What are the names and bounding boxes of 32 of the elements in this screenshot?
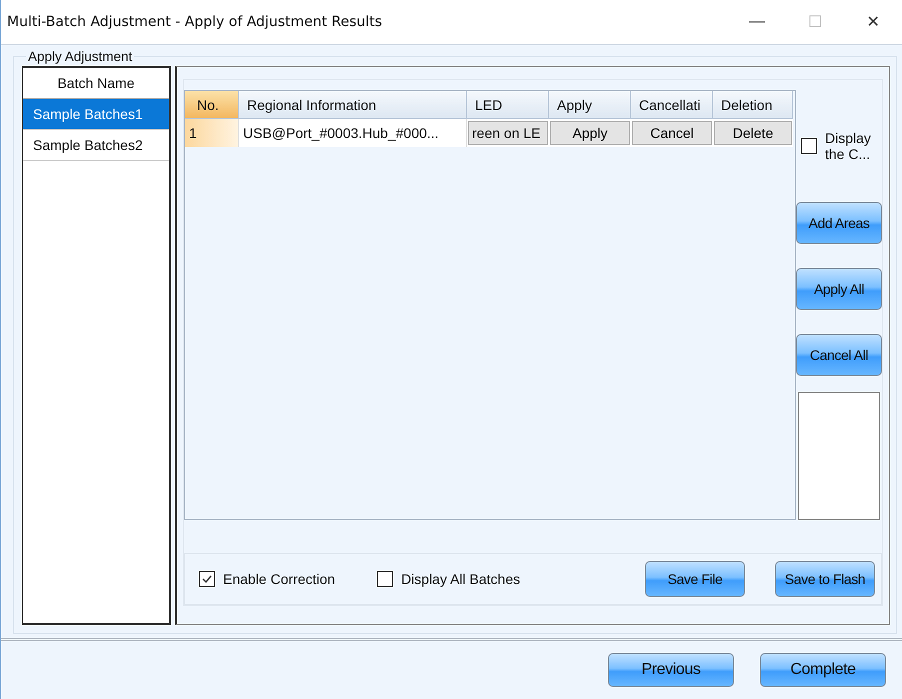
led-cell: reen on LE — [468, 121, 548, 145]
close-button[interactable]: ✕ — [844, 2, 902, 42]
delete-button[interactable]: Delete — [714, 121, 792, 145]
column-header: LED — [467, 91, 549, 119]
column-header: No. — [185, 91, 239, 119]
action-button[interactable]: Cancel All — [796, 334, 882, 376]
checkbox-label: Display All Batches — [401, 571, 520, 587]
table-cell: USB@Port_#0003.Hub_#000... — [239, 119, 467, 147]
action-button[interactable]: Apply All — [796, 268, 882, 310]
column-header: Cancellati — [631, 91, 713, 119]
window-title: Multi-Batch Adjustment - Apply of Adjustment Results — [6, 14, 384, 30]
checkbox-label: Enable Correction — [223, 571, 336, 587]
checkbox[interactable] — [801, 138, 817, 154]
save-button[interactable]: Save to Flash — [775, 561, 875, 597]
apply-button[interactable]: Apply — [550, 121, 630, 145]
checkbox[interactable] — [377, 571, 394, 587]
batch-item[interactable]: Sample Batches1 — [23, 99, 169, 130]
table-cell: 1 — [185, 119, 239, 147]
column-header: Deletion — [713, 91, 793, 119]
footer-button[interactable]: Complete — [760, 653, 886, 687]
column-header: Apply — [549, 91, 631, 119]
check-icon — [201, 573, 213, 585]
column-header: Regional Information — [239, 91, 467, 119]
save-button[interactable]: Save File — [645, 561, 745, 597]
action-button[interactable]: Add Areas — [796, 202, 882, 244]
footer-button[interactable]: Previous — [608, 653, 734, 687]
batch-item[interactable]: Sample Batches2 — [23, 130, 169, 161]
group-title: Apply Adjustment — [27, 49, 134, 64]
checkbox[interactable] — [199, 571, 215, 587]
checkbox-label: Display the C... — [825, 130, 872, 162]
minimize-button[interactable]: — — [728, 2, 786, 42]
cancel-button[interactable]: Cancel — [632, 121, 712, 145]
